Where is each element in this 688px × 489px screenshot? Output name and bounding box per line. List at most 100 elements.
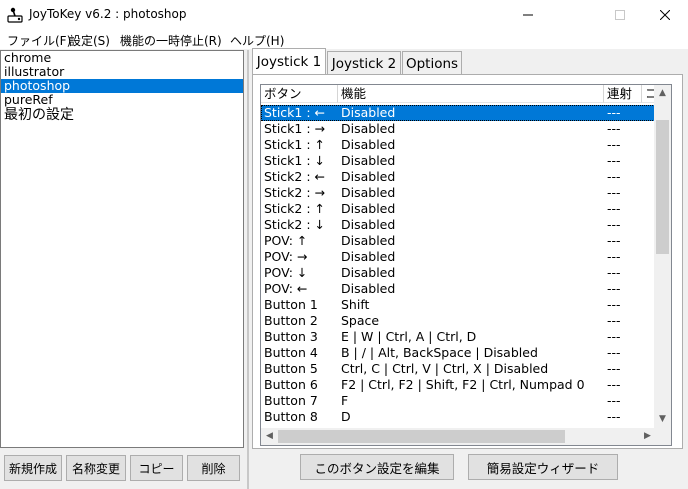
- splitter[interactable]: [247, 50, 249, 489]
- minimize-button[interactable]: [505, 0, 551, 30]
- cell-function: E | W | Ctrl, A | Ctrl, D: [341, 329, 477, 344]
- scroll-up-icon[interactable]: ▲: [654, 85, 671, 102]
- config-item-chrome[interactable]: chrome: [1, 51, 243, 65]
- cell-function: Space: [341, 313, 380, 328]
- tab-joystick-1[interactable]: Joystick 1: [252, 48, 326, 74]
- rename-config-button[interactable]: 名称変更: [66, 455, 126, 481]
- menu-pause[interactable]: 機能の一時停止(R): [120, 32, 222, 49]
- cell-button: Stick2 : →: [264, 185, 326, 200]
- edit-button-settings-button[interactable]: このボタン設定を編集: [300, 454, 454, 480]
- cell-rapid: ---: [607, 201, 621, 216]
- title-bar: JoyToKey v6.2 : photoshop: [0, 0, 688, 30]
- cell-rapid: ---: [607, 121, 621, 136]
- cell-function: Ctrl, C | Ctrl, V | Ctrl, X | Disabled: [341, 361, 549, 376]
- tab-joystick-2[interactable]: Joystick 2: [327, 51, 401, 75]
- maximize-icon: [615, 10, 625, 20]
- config-item-pureref[interactable]: pureRef: [1, 93, 243, 107]
- cell-button: Stick2 : ↓: [264, 217, 326, 232]
- cell-button: Button 3: [264, 329, 318, 344]
- table-row[interactable]: Button 8 D ---: [261, 409, 657, 425]
- table-row[interactable]: POV: ↑ Disabled ---: [261, 233, 657, 249]
- cell-rapid: ---: [607, 185, 621, 200]
- config-list[interactable]: chrome illustrator photoshop pureRef 最初の…: [0, 50, 244, 448]
- cell-rapid: ---: [607, 377, 621, 392]
- button-list[interactable]: ボタン 機能 連射 コメ Stick1 : ←Disabled---Stick1…: [260, 84, 672, 446]
- table-row[interactable]: POV: ← Disabled ---: [261, 281, 657, 297]
- simple-setup-wizard-button[interactable]: 簡易設定ウィザード: [468, 454, 618, 480]
- column-header-function[interactable]: 機能: [338, 85, 604, 103]
- scroll-down-icon[interactable]: ▼: [654, 411, 671, 428]
- config-item-default[interactable]: 最初の設定: [1, 107, 243, 123]
- cell-function: Shift: [341, 297, 370, 312]
- cell-rapid: ---: [607, 393, 621, 408]
- cell-function: Disabled: [341, 105, 396, 120]
- vertical-scrollbar[interactable]: ▲ ▼: [654, 85, 671, 428]
- table-row[interactable]: Button 3 E | W | Ctrl, A | Ctrl, D ---: [261, 329, 657, 345]
- config-item-illustrator[interactable]: illustrator: [1, 65, 243, 79]
- scroll-left-icon[interactable]: ◀: [261, 428, 278, 445]
- cell-rapid: ---: [607, 137, 621, 152]
- cell-rapid: ---: [607, 169, 621, 184]
- cell-rapid: ---: [607, 281, 621, 296]
- cell-button: Stick1 : ←: [264, 105, 326, 120]
- cell-button: Stick1 : ↓: [264, 153, 326, 168]
- maximize-button[interactable]: [597, 0, 643, 30]
- cell-function: Disabled: [341, 185, 396, 200]
- table-row[interactable]: Button 7 F ---: [261, 393, 657, 409]
- table-row[interactable]: Stick1 : ↑ Disabled ---: [261, 137, 657, 153]
- joystick-icon: [7, 7, 23, 23]
- table-row[interactable]: Stick1 : → Disabled ---: [261, 121, 657, 137]
- table-row[interactable]: Stick1 : ↓ Disabled ---: [261, 153, 657, 169]
- copy-config-button[interactable]: コピー: [130, 455, 183, 481]
- cell-button: POV: ↓: [264, 265, 308, 280]
- cell-function: Disabled: [341, 249, 396, 264]
- cell-function: Disabled: [341, 153, 396, 168]
- delete-config-button[interactable]: 削除: [187, 455, 240, 481]
- cell-button: Button 1: [264, 297, 318, 312]
- table-row[interactable]: POV: → Disabled ---: [261, 249, 657, 265]
- cell-button: Button 8: [264, 409, 318, 424]
- button-rows: Stick1 : ← Disabled --- Stick1 : → Disabled -…: [261, 105, 657, 441]
- cell-button: Button 7: [264, 393, 318, 408]
- table-row[interactable]: Button 2 Space ---: [261, 313, 657, 329]
- window-title: JoyToKey v6.2 : photoshop: [29, 7, 187, 21]
- menu-help[interactable]: ヘルプ(H): [230, 32, 284, 49]
- table-row[interactable]: Button 1 Shift ---: [261, 297, 657, 313]
- new-config-button[interactable]: 新規作成: [4, 455, 62, 481]
- menu-settings[interactable]: 設定(S): [69, 32, 110, 49]
- close-button[interactable]: [642, 0, 688, 30]
- cell-button: Button 2: [264, 313, 318, 328]
- table-row[interactable]: Stick2 : ↑ Disabled ---: [261, 201, 657, 217]
- table-row[interactable]: Stick1 : ← Disabled ---: [261, 105, 657, 121]
- vertical-scroll-thumb[interactable]: [656, 120, 669, 254]
- cell-rapid: ---: [607, 249, 621, 264]
- column-header-rapid[interactable]: 連射: [604, 85, 642, 103]
- cell-rapid: ---: [607, 409, 621, 424]
- horizontal-scrollbar[interactable]: ◀ ▶: [261, 428, 656, 445]
- column-header-button[interactable]: ボタン: [261, 85, 338, 103]
- table-row[interactable]: Button 6 F2 | Ctrl, F2 | Shift, F2 | Ctrl…: [261, 377, 657, 393]
- menu-bar: ファイル(F) 設定(S) 機能の一時停止(R) ヘルプ(H): [0, 30, 688, 49]
- cell-rapid: ---: [607, 313, 621, 328]
- cell-button: POV: ←: [264, 281, 308, 296]
- cell-button: POV: ↑: [264, 233, 308, 248]
- table-row[interactable]: Stick2 : ← Disabled ---: [261, 169, 657, 185]
- horizontal-scroll-thumb[interactable]: [278, 430, 565, 443]
- cell-rapid: ---: [607, 105, 621, 120]
- table-row[interactable]: Stick2 : ↓ Disabled ---: [261, 217, 657, 233]
- cell-rapid: ---: [607, 297, 621, 312]
- table-row[interactable]: Stick2 : → Disabled ---: [261, 185, 657, 201]
- config-item-photoshop[interactable]: photoshop: [1, 79, 243, 93]
- cell-button: Stick1 : →: [264, 121, 326, 136]
- cell-function: Disabled: [341, 137, 396, 152]
- cell-rapid: ---: [607, 361, 621, 376]
- tab-options[interactable]: Options: [402, 51, 462, 75]
- cell-rapid: ---: [607, 265, 621, 280]
- table-row[interactable]: Button 4 B | / | Alt, BackSpace | Disable…: [261, 345, 657, 361]
- minimize-icon: [523, 14, 533, 16]
- menu-file[interactable]: ファイル(F): [7, 32, 71, 49]
- table-row[interactable]: POV: ↓ Disabled ---: [261, 265, 657, 281]
- cell-function: F2 | Ctrl, F2 | Shift, F2 | Ctrl, Numpad…: [341, 377, 585, 392]
- table-row[interactable]: Button 5 Ctrl, C | Ctrl, V | Ctrl, X | Di…: [261, 361, 657, 377]
- scroll-corner: [654, 428, 671, 445]
